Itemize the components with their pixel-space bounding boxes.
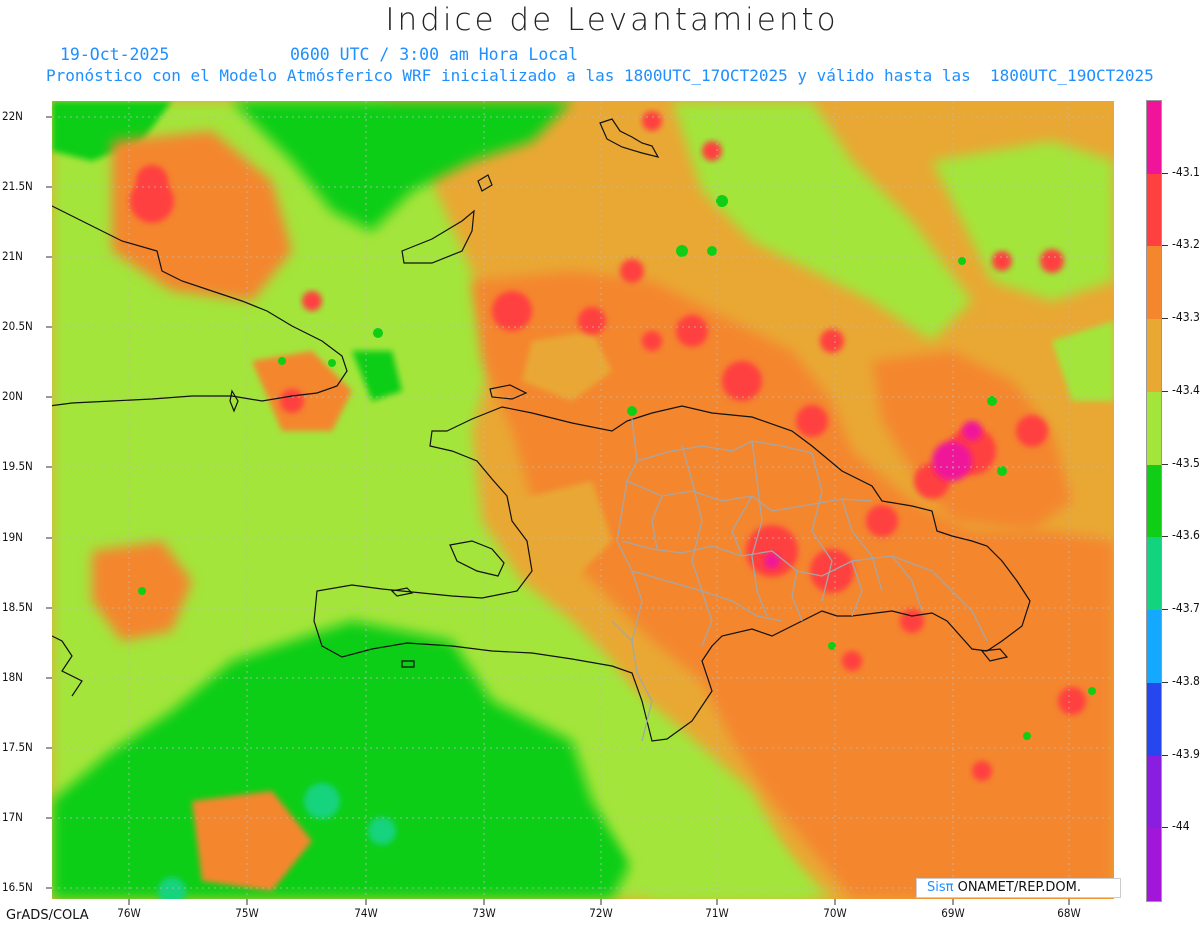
lat-label: 18N [2, 670, 23, 684]
legend-label: -43.2 [1172, 237, 1200, 252]
lat-label: 21.5N [2, 179, 33, 193]
legend-tick [1162, 827, 1168, 829]
legend-swatch [1147, 755, 1161, 829]
legend-swatch [1147, 682, 1161, 757]
legend-tick [1162, 754, 1168, 756]
grads-footer: GrADS/COLA [6, 908, 89, 923]
legend-tick [1162, 390, 1168, 392]
legend-label: -43.5 [1172, 455, 1200, 470]
lon-label: 68W [1057, 906, 1081, 920]
legend-tick [1162, 318, 1168, 320]
legend-tick [1162, 463, 1168, 465]
legend-swatch [1147, 828, 1161, 902]
lon-label: 75W [235, 906, 259, 920]
lat-label: 21N [2, 249, 23, 263]
legend-tick [1162, 681, 1168, 683]
legend-label: -43.8 [1172, 673, 1200, 688]
lon-label: 69W [941, 906, 965, 920]
axis-ticks [46, 116, 1070, 905]
legend-swatch [1147, 610, 1161, 684]
legend-swatch [1147, 319, 1161, 393]
lat-label: 20N [2, 389, 23, 403]
legend-swatch [1147, 391, 1161, 466]
credit-text: ONAMET/REP.DOM. [953, 880, 1081, 895]
sistema-logo: Sisπ [927, 880, 954, 895]
credit-box: Sisπ ONAMET/REP.DOM. [916, 878, 1121, 898]
legend-label: -43.9 [1172, 746, 1200, 761]
legend-swatch [1147, 101, 1161, 175]
lat-label: 22N [2, 109, 23, 123]
legend-label: -43.1 [1172, 164, 1200, 179]
lat-label: 17.5N [2, 740, 33, 754]
legend-label: -43.4 [1172, 382, 1200, 397]
legend-tick [1162, 536, 1168, 538]
lat-label: 16.5N [2, 880, 33, 894]
legend-label: -43.6 [1172, 528, 1200, 543]
lat-label: 18.5N [2, 600, 33, 614]
legend-label: -43.3 [1172, 310, 1200, 325]
legend-swatch [1147, 537, 1161, 611]
lon-label: 74W [354, 906, 378, 920]
lat-label: 19N [2, 530, 23, 544]
lat-label: 20.5N [2, 319, 33, 333]
legend-tick [1162, 609, 1168, 611]
legend-tick [1162, 245, 1168, 247]
legend-tick [1162, 172, 1168, 174]
lon-label: 70W [823, 906, 847, 920]
legend-swatch [1147, 246, 1161, 320]
lon-label: 73W [472, 906, 496, 920]
legend-label: -44 [1172, 819, 1190, 834]
lon-label: 72W [589, 906, 613, 920]
legend-swatch [1147, 173, 1161, 247]
lon-label: 71W [705, 906, 729, 920]
lon-label: 76W [117, 906, 141, 920]
lat-label: 19.5N [2, 459, 33, 473]
lat-label: 17N [2, 810, 23, 824]
legend-swatch [1147, 464, 1161, 538]
color-legend [1146, 100, 1162, 902]
legend-label: -43.7 [1172, 601, 1200, 616]
